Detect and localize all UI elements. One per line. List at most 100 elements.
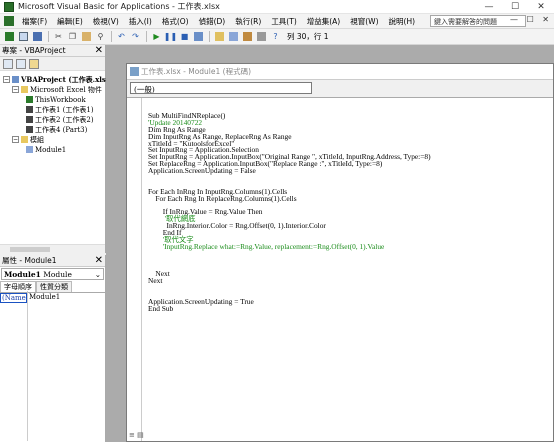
undo-icon[interactable]: ↶: [115, 31, 128, 43]
project-explorer-title: 專案 - VBAProject: [2, 46, 66, 55]
menu-tools[interactable]: 工具(T): [266, 16, 301, 27]
maximize-button[interactable]: ☐: [502, 0, 528, 14]
code-line[interactable]: [148, 251, 431, 258]
tree-node-excel-objects[interactable]: − Microsoft Excel 物件: [12, 85, 102, 94]
help-icon[interactable]: ?: [269, 31, 282, 43]
window-controls: — ☐ ✕: [476, 0, 554, 14]
redo-icon[interactable]: ↷: [129, 31, 142, 43]
tree-node-label: VBAProject (工作表.xls: [21, 74, 106, 84]
standard-toolbar: ✂ ❐ ⚲ ↶ ↷ ▶ ❚❚ ■ ? 列 30，行 1: [0, 29, 554, 45]
copy-icon[interactable]: ❐: [66, 31, 79, 43]
menu-format[interactable]: 格式(O): [157, 16, 194, 27]
tree-node-label: 模組: [30, 135, 44, 144]
code-window: 工作表.xlsx - Module1 (程式碼) (一般) Sub MultiF…: [126, 63, 554, 442]
collapse-icon[interactable]: −: [12, 136, 19, 143]
selected-object-name: Module1: [4, 269, 41, 279]
tree-node-label: Microsoft Excel 物件: [30, 85, 102, 94]
menu-edit[interactable]: 編輯(E): [52, 16, 88, 27]
folder-icon: [21, 86, 28, 93]
break-icon[interactable]: ❚❚: [164, 31, 177, 43]
code-lines[interactable]: Sub MultiFindNReplace() 'Update 20140722 D…: [148, 112, 431, 313]
design-mode-icon[interactable]: [192, 31, 205, 43]
menu-insert[interactable]: 插入(I): [124, 16, 157, 27]
property-row[interactable]: (Name) Module1: [0, 293, 105, 303]
properties-window-icon[interactable]: [227, 31, 240, 43]
toolbar-separator: [146, 31, 147, 42]
reset-icon[interactable]: ■: [178, 31, 191, 43]
property-value[interactable]: Module1: [27, 293, 105, 303]
menu-debug[interactable]: 偵錯(D): [194, 16, 231, 27]
code-line[interactable]: [148, 285, 431, 292]
object-selector[interactable]: Module1 Module ⌄: [1, 268, 104, 280]
tree-node-vbaproject[interactable]: − VBAProject (工作表.xls: [3, 75, 106, 84]
tree-node-thisworkbook[interactable]: ThisWorkbook: [26, 95, 86, 104]
tree-node-modules[interactable]: − 模組: [12, 135, 44, 144]
tab-categorized[interactable]: 性質分類: [36, 281, 72, 292]
code-line[interactable]: For Each Rng In ReplaceRng.Columns(1).Ce…: [148, 195, 431, 203]
margin-indicator-bar[interactable]: [127, 98, 142, 441]
module-icon: [26, 146, 33, 153]
code-line[interactable]: [148, 175, 431, 182]
tree-node-label: 工作表4 (Part3): [35, 125, 88, 134]
view-code-icon[interactable]: [3, 58, 13, 69]
code-line[interactable]: InRng.Interior.Color = Rng.Offset(0, 1).…: [148, 222, 431, 230]
minimize-button[interactable]: —: [476, 0, 502, 14]
code-line[interactable]: [148, 258, 431, 265]
code-window-titlebar: 工作表.xlsx - Module1 (程式碼): [127, 64, 553, 80]
workbook-icon: [26, 96, 33, 103]
scrollbar-thumb[interactable]: [10, 247, 50, 252]
view-object-icon[interactable]: [16, 58, 26, 69]
tab-alphabetic[interactable]: 字母順序: [0, 281, 36, 292]
close-icon[interactable]: ✕: [95, 45, 103, 56]
tree-node-sheet4[interactable]: 工作表4 (Part3): [26, 125, 87, 134]
properties-window: 屬性 - Module1 ✕ Module1 Module ⌄ 字母順序 性質分…: [0, 255, 106, 442]
excel-icon[interactable]: [4, 16, 14, 26]
mdi-workspace: 工作表.xlsx - Module1 (程式碼) (一般) Sub MultiF…: [106, 45, 554, 442]
collapse-icon[interactable]: −: [12, 86, 19, 93]
tree-node-label: 工作表1 (工作表1): [35, 105, 94, 114]
object-combo[interactable]: (一般): [130, 82, 312, 94]
project-explorer-icon[interactable]: [213, 31, 226, 43]
code-line[interactable]: Application.ScreenUpdating = False: [148, 167, 431, 175]
close-button[interactable]: ✕: [528, 0, 554, 14]
code-line[interactable]: [148, 265, 431, 272]
code-line[interactable]: Application.ScreenUpdating = True: [148, 298, 431, 306]
chevron-down-icon[interactable]: ⌄: [95, 270, 101, 279]
project-horizontal-scrollbar[interactable]: [0, 244, 105, 253]
code-line[interactable]: 'InputRng.Replace what:=Rng.Value, repla…: [148, 243, 431, 251]
collapse-icon[interactable]: −: [3, 76, 10, 83]
menu-addins[interactable]: 增益集(A): [302, 16, 345, 27]
mdi-window-controls[interactable]: — ☐ ✕: [510, 15, 552, 24]
run-icon[interactable]: ▶: [150, 31, 163, 43]
properties-column-divider: [27, 291, 28, 441]
menu-help[interactable]: 說明(H): [384, 16, 421, 27]
menu-view[interactable]: 檢視(V): [88, 16, 124, 27]
title-bar: Microsoft Visual Basic for Applications …: [0, 0, 554, 14]
toolbar-separator: [111, 31, 112, 42]
cut-icon[interactable]: ✂: [52, 31, 65, 43]
project-toolbar: [0, 57, 105, 71]
cursor-position: 列 30，行 1: [287, 32, 329, 41]
find-icon[interactable]: ⚲: [94, 31, 107, 43]
tree-node-module1[interactable]: Module1: [26, 145, 66, 154]
code-line[interactable]: End Sub: [148, 305, 431, 313]
menu-window[interactable]: 視窗(W): [345, 16, 383, 27]
insert-module-icon[interactable]: [17, 31, 30, 43]
toolbox-icon[interactable]: [255, 31, 268, 43]
code-editor[interactable]: Sub MultiFindNReplace() 'Update 20140722 D…: [127, 97, 553, 441]
save-icon[interactable]: [31, 31, 44, 43]
view-toggle-icons[interactable]: ≡ ▤: [129, 431, 144, 439]
object-browser-icon[interactable]: [241, 31, 254, 43]
menu-file[interactable]: 檔案(F): [17, 16, 52, 27]
property-key: (Name): [0, 293, 29, 303]
toggle-folders-icon[interactable]: [29, 58, 39, 69]
view-excel-icon[interactable]: [3, 31, 16, 43]
close-icon[interactable]: ✕: [95, 255, 103, 266]
code-line[interactable]: Next: [148, 277, 431, 285]
menu-run[interactable]: 執行(R): [230, 16, 266, 27]
tree-node-sheet2[interactable]: 工作表2 (工作表2): [26, 115, 94, 124]
tree-node-sheet1[interactable]: 工作表1 (工作表1): [26, 105, 94, 114]
paste-icon[interactable]: [80, 31, 93, 43]
code-line[interactable]: Next: [148, 270, 431, 278]
properties-title: 屬性 - Module1: [2, 256, 57, 265]
